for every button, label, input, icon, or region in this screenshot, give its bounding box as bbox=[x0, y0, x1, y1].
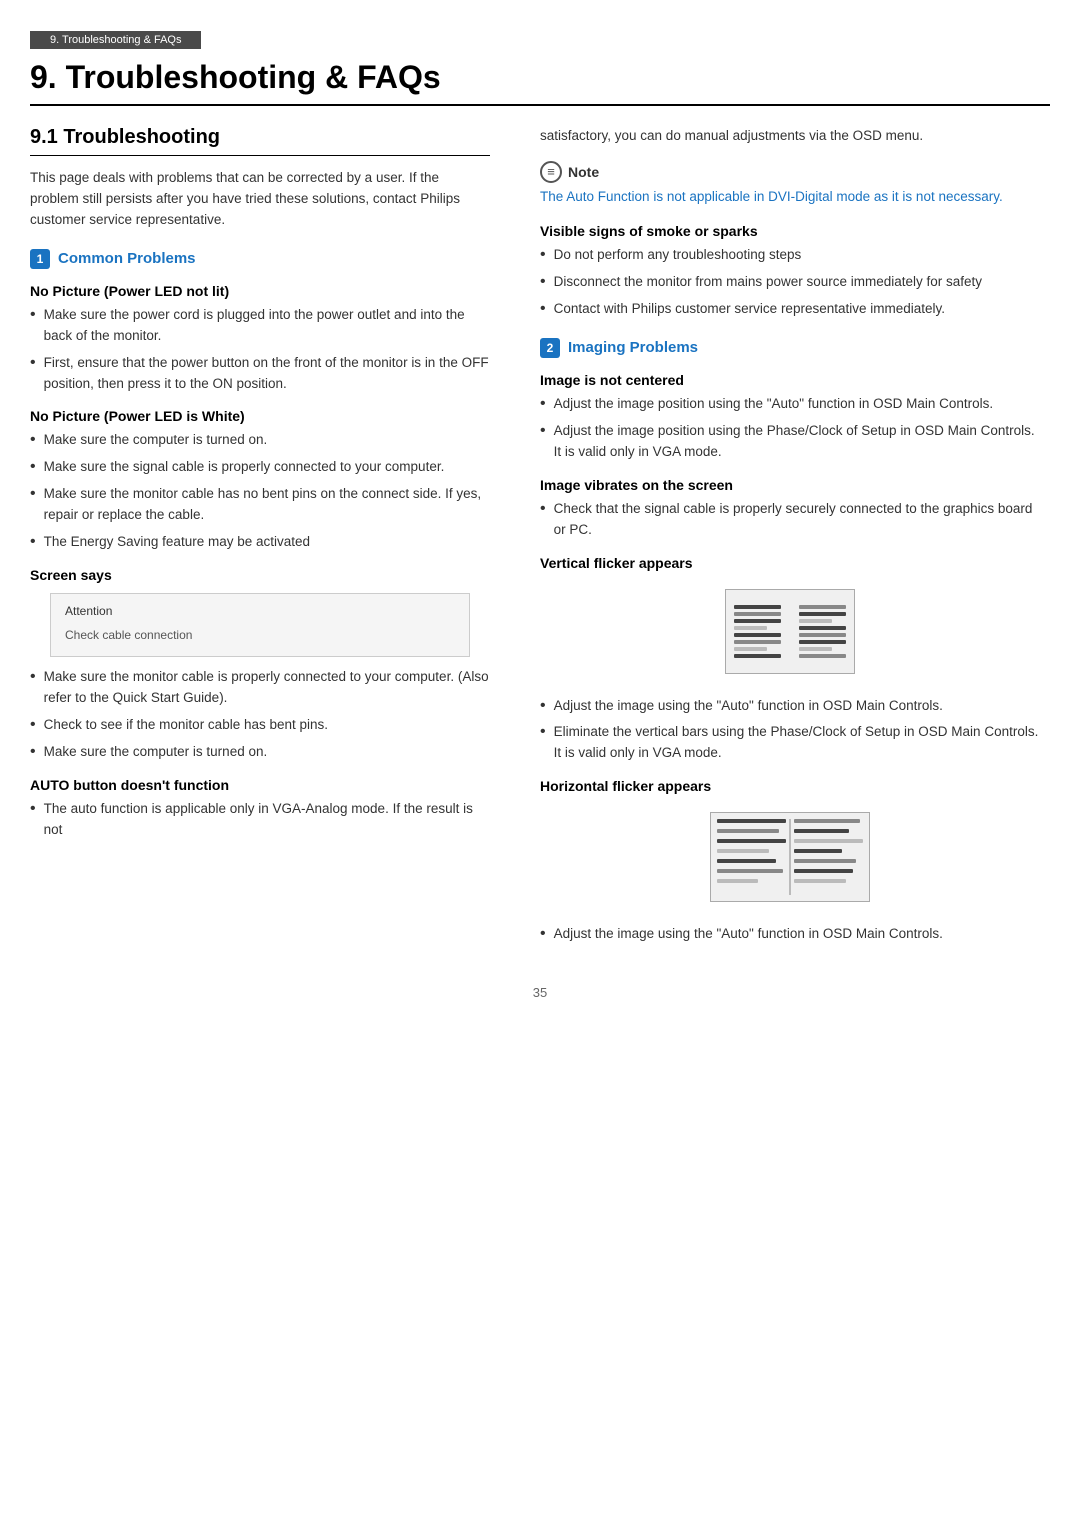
auto-button-list: The auto function is applicable only in … bbox=[30, 799, 490, 841]
list-item: Make sure the signal cable is properly c… bbox=[30, 457, 490, 478]
section-91-heading: 9.1 Troubleshooting bbox=[30, 126, 490, 156]
image-not-centered-heading: Image is not centered bbox=[540, 372, 1040, 388]
note-header: ≡ Note bbox=[540, 161, 1040, 183]
note-box: ≡ Note The Auto Function is not applicab… bbox=[540, 161, 1040, 207]
note-icon: ≡ bbox=[540, 161, 562, 183]
list-item: Adjust the image position using the "Aut… bbox=[540, 394, 1040, 415]
list-item: Adjust the image position using the Phas… bbox=[540, 421, 1040, 463]
no-picture-led-white-list: Make sure the computer is turned on. Mak… bbox=[30, 430, 490, 553]
visible-signs-heading: Visible signs of smoke or sparks bbox=[540, 223, 1040, 239]
common-problems-label: Common Problems bbox=[58, 250, 196, 267]
horizontal-flicker-image bbox=[710, 812, 870, 902]
page: 9. Troubleshooting & FAQs 9. Troubleshoo… bbox=[0, 0, 1080, 1532]
imaging-problems-label: Imaging Problems bbox=[568, 339, 698, 356]
list-item: Eliminate the vertical bars using the Ph… bbox=[540, 722, 1040, 764]
common-problems-badge: 1 bbox=[30, 249, 50, 269]
main-heading: 9. Troubleshooting & FAQs bbox=[30, 59, 1050, 106]
imaging-problems-section: 2 Imaging Problems bbox=[540, 338, 1040, 358]
horizontal-flicker-heading: Horizontal flicker appears bbox=[540, 778, 1040, 794]
right-column: satisfactory, you can do manual adjustme… bbox=[520, 126, 1040, 955]
no-picture-led-not-lit-heading: No Picture (Power LED not lit) bbox=[30, 283, 490, 299]
no-picture-led-not-lit-list: Make sure the power cord is plugged into… bbox=[30, 305, 490, 395]
list-item: Make sure the monitor cable is properly … bbox=[30, 667, 490, 709]
common-problems-section: 1 Common Problems bbox=[30, 249, 490, 269]
vertical-flicker-heading: Vertical flicker appears bbox=[540, 555, 1040, 571]
list-item: Check that the signal cable is properly … bbox=[540, 499, 1040, 541]
left-column: 9.1 Troubleshooting This page deals with… bbox=[30, 126, 520, 955]
vertical-flicker-image bbox=[725, 589, 855, 674]
list-item: Make sure the computer is turned on. bbox=[30, 742, 490, 763]
image-vibrates-heading: Image vibrates on the screen bbox=[540, 477, 1040, 493]
page-number: 35 bbox=[0, 985, 1080, 1000]
list-item: Make sure the power cord is plugged into… bbox=[30, 305, 490, 347]
list-item: Adjust the image using the "Auto" functi… bbox=[540, 696, 1040, 717]
list-item: The Energy Saving feature may be activat… bbox=[30, 532, 490, 553]
list-item: First, ensure that the power button on t… bbox=[30, 353, 490, 395]
screen-says-heading: Screen says bbox=[30, 567, 490, 583]
list-item: Contact with Philips customer service re… bbox=[540, 299, 1040, 320]
vertical-flicker-list: Adjust the image using the "Auto" functi… bbox=[540, 696, 1040, 765]
col-right-top-text: satisfactory, you can do manual adjustme… bbox=[540, 126, 1040, 147]
visible-signs-list: Do not perform any troubleshooting steps… bbox=[540, 245, 1040, 320]
image-not-centered-list: Adjust the image position using the "Aut… bbox=[540, 394, 1040, 463]
note-text: The Auto Function is not applicable in D… bbox=[540, 187, 1040, 207]
list-item: Do not perform any troubleshooting steps bbox=[540, 245, 1040, 266]
note-label: Note bbox=[568, 164, 599, 180]
screen-says-title: Attention bbox=[65, 604, 455, 618]
screen-says-list: Make sure the monitor cable is properly … bbox=[30, 667, 490, 763]
imaging-problems-badge: 2 bbox=[540, 338, 560, 358]
list-item: The auto function is applicable only in … bbox=[30, 799, 490, 841]
no-picture-led-white-heading: No Picture (Power LED is White) bbox=[30, 408, 490, 424]
list-item: Check to see if the monitor cable has be… bbox=[30, 715, 490, 736]
list-item: Make sure the monitor cable has no bent … bbox=[30, 484, 490, 526]
breadcrumb: 9. Troubleshooting & FAQs bbox=[30, 31, 201, 49]
image-vibrates-list: Check that the signal cable is properly … bbox=[540, 499, 1040, 541]
intro-text: This page deals with problems that can b… bbox=[30, 168, 490, 231]
horizontal-flicker-list: Adjust the image using the "Auto" functi… bbox=[540, 924, 1040, 945]
screen-says-box: Attention Check cable connection bbox=[50, 593, 470, 657]
screen-says-body: Check cable connection bbox=[65, 628, 455, 642]
list-item: Disconnect the monitor from mains power … bbox=[540, 272, 1040, 293]
list-item: Make sure the computer is turned on. bbox=[30, 430, 490, 451]
list-item: Adjust the image using the "Auto" functi… bbox=[540, 924, 1040, 945]
auto-button-heading: AUTO button doesn't function bbox=[30, 777, 490, 793]
